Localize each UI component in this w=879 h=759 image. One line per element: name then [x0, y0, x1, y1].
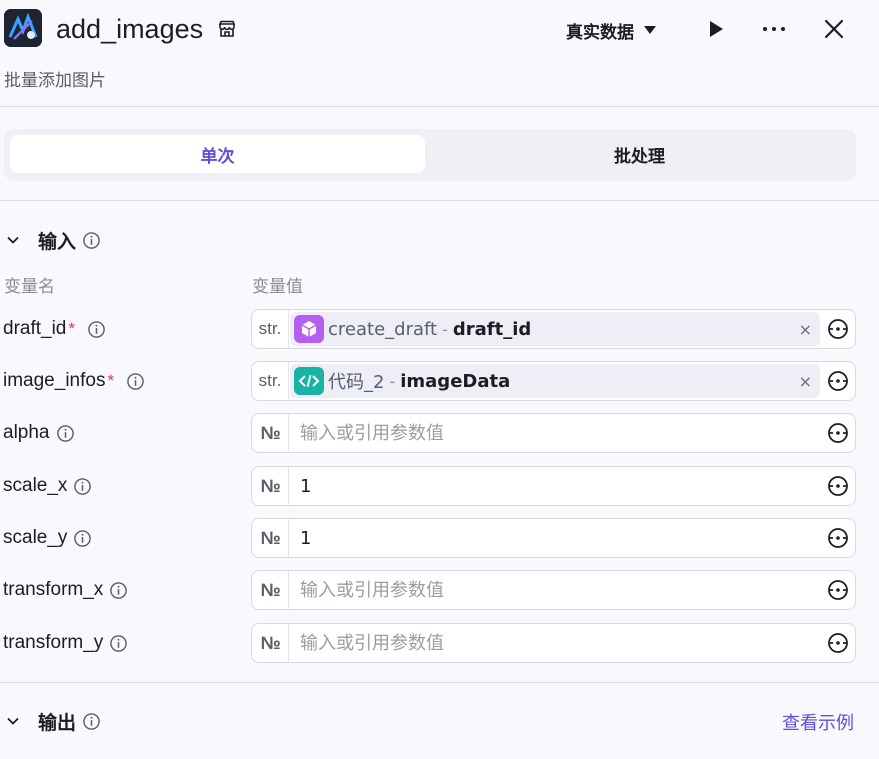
ref-separator: - — [389, 371, 396, 391]
param-field-scale-x: № — [251, 466, 856, 506]
alpha-input[interactable] — [300, 414, 810, 452]
column-header-value: 变量值 — [252, 277, 303, 297]
transform-y-input[interactable] — [300, 624, 810, 662]
scale-x-input[interactable] — [300, 467, 810, 505]
data-mode-select[interactable]: 真实数据 — [566, 18, 656, 43]
more-icon — [763, 27, 785, 31]
ref-separator: - — [442, 319, 448, 339]
type-tag: № — [252, 624, 289, 662]
divider — [0, 106, 879, 107]
ref-variable-name: draft_id — [452, 318, 532, 340]
panel-header: add_images 真实数据 — [0, 0, 879, 60]
ref-variable-name: imageData — [400, 370, 511, 392]
param-field-draft-id[interactable]: str. create_draft - draft_id × — [251, 309, 856, 349]
variable-reference-chip[interactable]: create_draft - draft_id × — [290, 312, 820, 346]
divider — [0, 200, 879, 201]
param-name: draft_id — [3, 318, 67, 339]
cube-icon — [294, 315, 324, 343]
param-field-image-infos[interactable]: str. 代码_2 - imageData × — [251, 361, 856, 401]
info-icon[interactable] — [82, 712, 101, 731]
variable-reference-chip[interactable]: 代码_2 - imageData × — [290, 364, 820, 398]
type-tag: № — [252, 467, 289, 505]
param-field-scale-y: № — [251, 518, 856, 558]
variable-reference-icon[interactable] — [827, 422, 849, 444]
divider — [0, 682, 879, 683]
param-field-transform-x: № — [251, 570, 856, 610]
type-tag: № — [252, 414, 289, 452]
output-section-title: 输出 — [38, 711, 77, 734]
variable-reference-icon[interactable] — [827, 318, 849, 340]
info-icon[interactable] — [109, 634, 128, 653]
ref-node-name: 代码_2 — [328, 372, 385, 393]
param-label-scale-x: scale_x — [3, 471, 92, 501]
info-icon[interactable] — [87, 320, 106, 339]
tab-batch[interactable]: 批处理 — [429, 135, 850, 173]
run-mode-tabs: 单次 批处理 — [4, 129, 856, 181]
param-label-draft-id: draft_id * — [3, 314, 106, 344]
variable-reference-icon[interactable] — [827, 370, 849, 392]
more-options-button[interactable] — [760, 19, 788, 39]
variable-reference-icon[interactable] — [827, 475, 849, 497]
transform-x-input[interactable] — [300, 571, 810, 609]
param-label-transform-y: transform_y — [3, 628, 128, 658]
view-example-link[interactable]: 查看示例 — [782, 709, 854, 735]
param-name: scale_x — [3, 475, 68, 496]
input-section-title: 输入 — [38, 230, 77, 253]
node-description: 批量添加图片 — [4, 71, 106, 91]
input-section-header[interactable]: 输入 — [6, 225, 101, 255]
chevron-down-icon — [7, 236, 19, 244]
run-button[interactable] — [706, 19, 726, 39]
param-name: transform_x — [3, 579, 104, 600]
param-label-alpha: alpha — [3, 418, 75, 448]
type-tag: № — [252, 571, 289, 609]
store-icon[interactable] — [217, 19, 237, 39]
param-label-scale-y: scale_y — [3, 523, 92, 553]
variable-reference-icon[interactable] — [827, 632, 849, 654]
scale-y-input[interactable] — [300, 519, 810, 557]
tab-single[interactable]: 单次 — [10, 135, 425, 173]
info-icon[interactable] — [126, 372, 145, 391]
param-name: scale_y — [3, 527, 68, 548]
info-icon[interactable] — [73, 529, 92, 548]
ref-node-name: create_draft — [328, 318, 438, 340]
param-name: image_infos — [3, 370, 106, 391]
close-button[interactable] — [822, 17, 846, 41]
required-mark: * — [68, 319, 75, 338]
info-icon[interactable] — [73, 477, 92, 496]
variable-reference-icon[interactable] — [827, 579, 849, 601]
param-field-alpha: № — [251, 413, 856, 453]
clear-reference-button[interactable]: × — [799, 372, 812, 391]
clear-reference-button[interactable]: × — [799, 320, 812, 339]
param-field-transform-y: № — [251, 623, 856, 663]
type-tag: str. — [252, 310, 289, 348]
type-tag: str. — [252, 362, 289, 400]
type-tag: № — [252, 519, 289, 557]
param-label-transform-x: transform_x — [3, 575, 128, 605]
data-mode-label: 真实数据 — [566, 22, 634, 43]
code-icon — [294, 367, 324, 395]
variable-reference-icon[interactable] — [827, 527, 849, 549]
param-name: alpha — [3, 422, 50, 443]
info-icon[interactable] — [56, 424, 75, 443]
param-name: transform_y — [3, 632, 104, 653]
chevron-down-icon — [7, 717, 19, 725]
node-title: add_images — [56, 14, 204, 44]
play-icon — [710, 21, 723, 37]
info-icon[interactable] — [82, 231, 101, 250]
required-mark: * — [107, 371, 115, 390]
output-section-header[interactable]: 输出 — [6, 706, 101, 736]
info-icon[interactable] — [109, 581, 128, 600]
param-label-image-infos: image_infos * — [3, 366, 145, 396]
app-logo-icon — [4, 9, 42, 47]
close-icon — [824, 19, 844, 39]
caret-down-icon — [644, 26, 656, 34]
column-header-name: 变量名 — [4, 277, 55, 297]
